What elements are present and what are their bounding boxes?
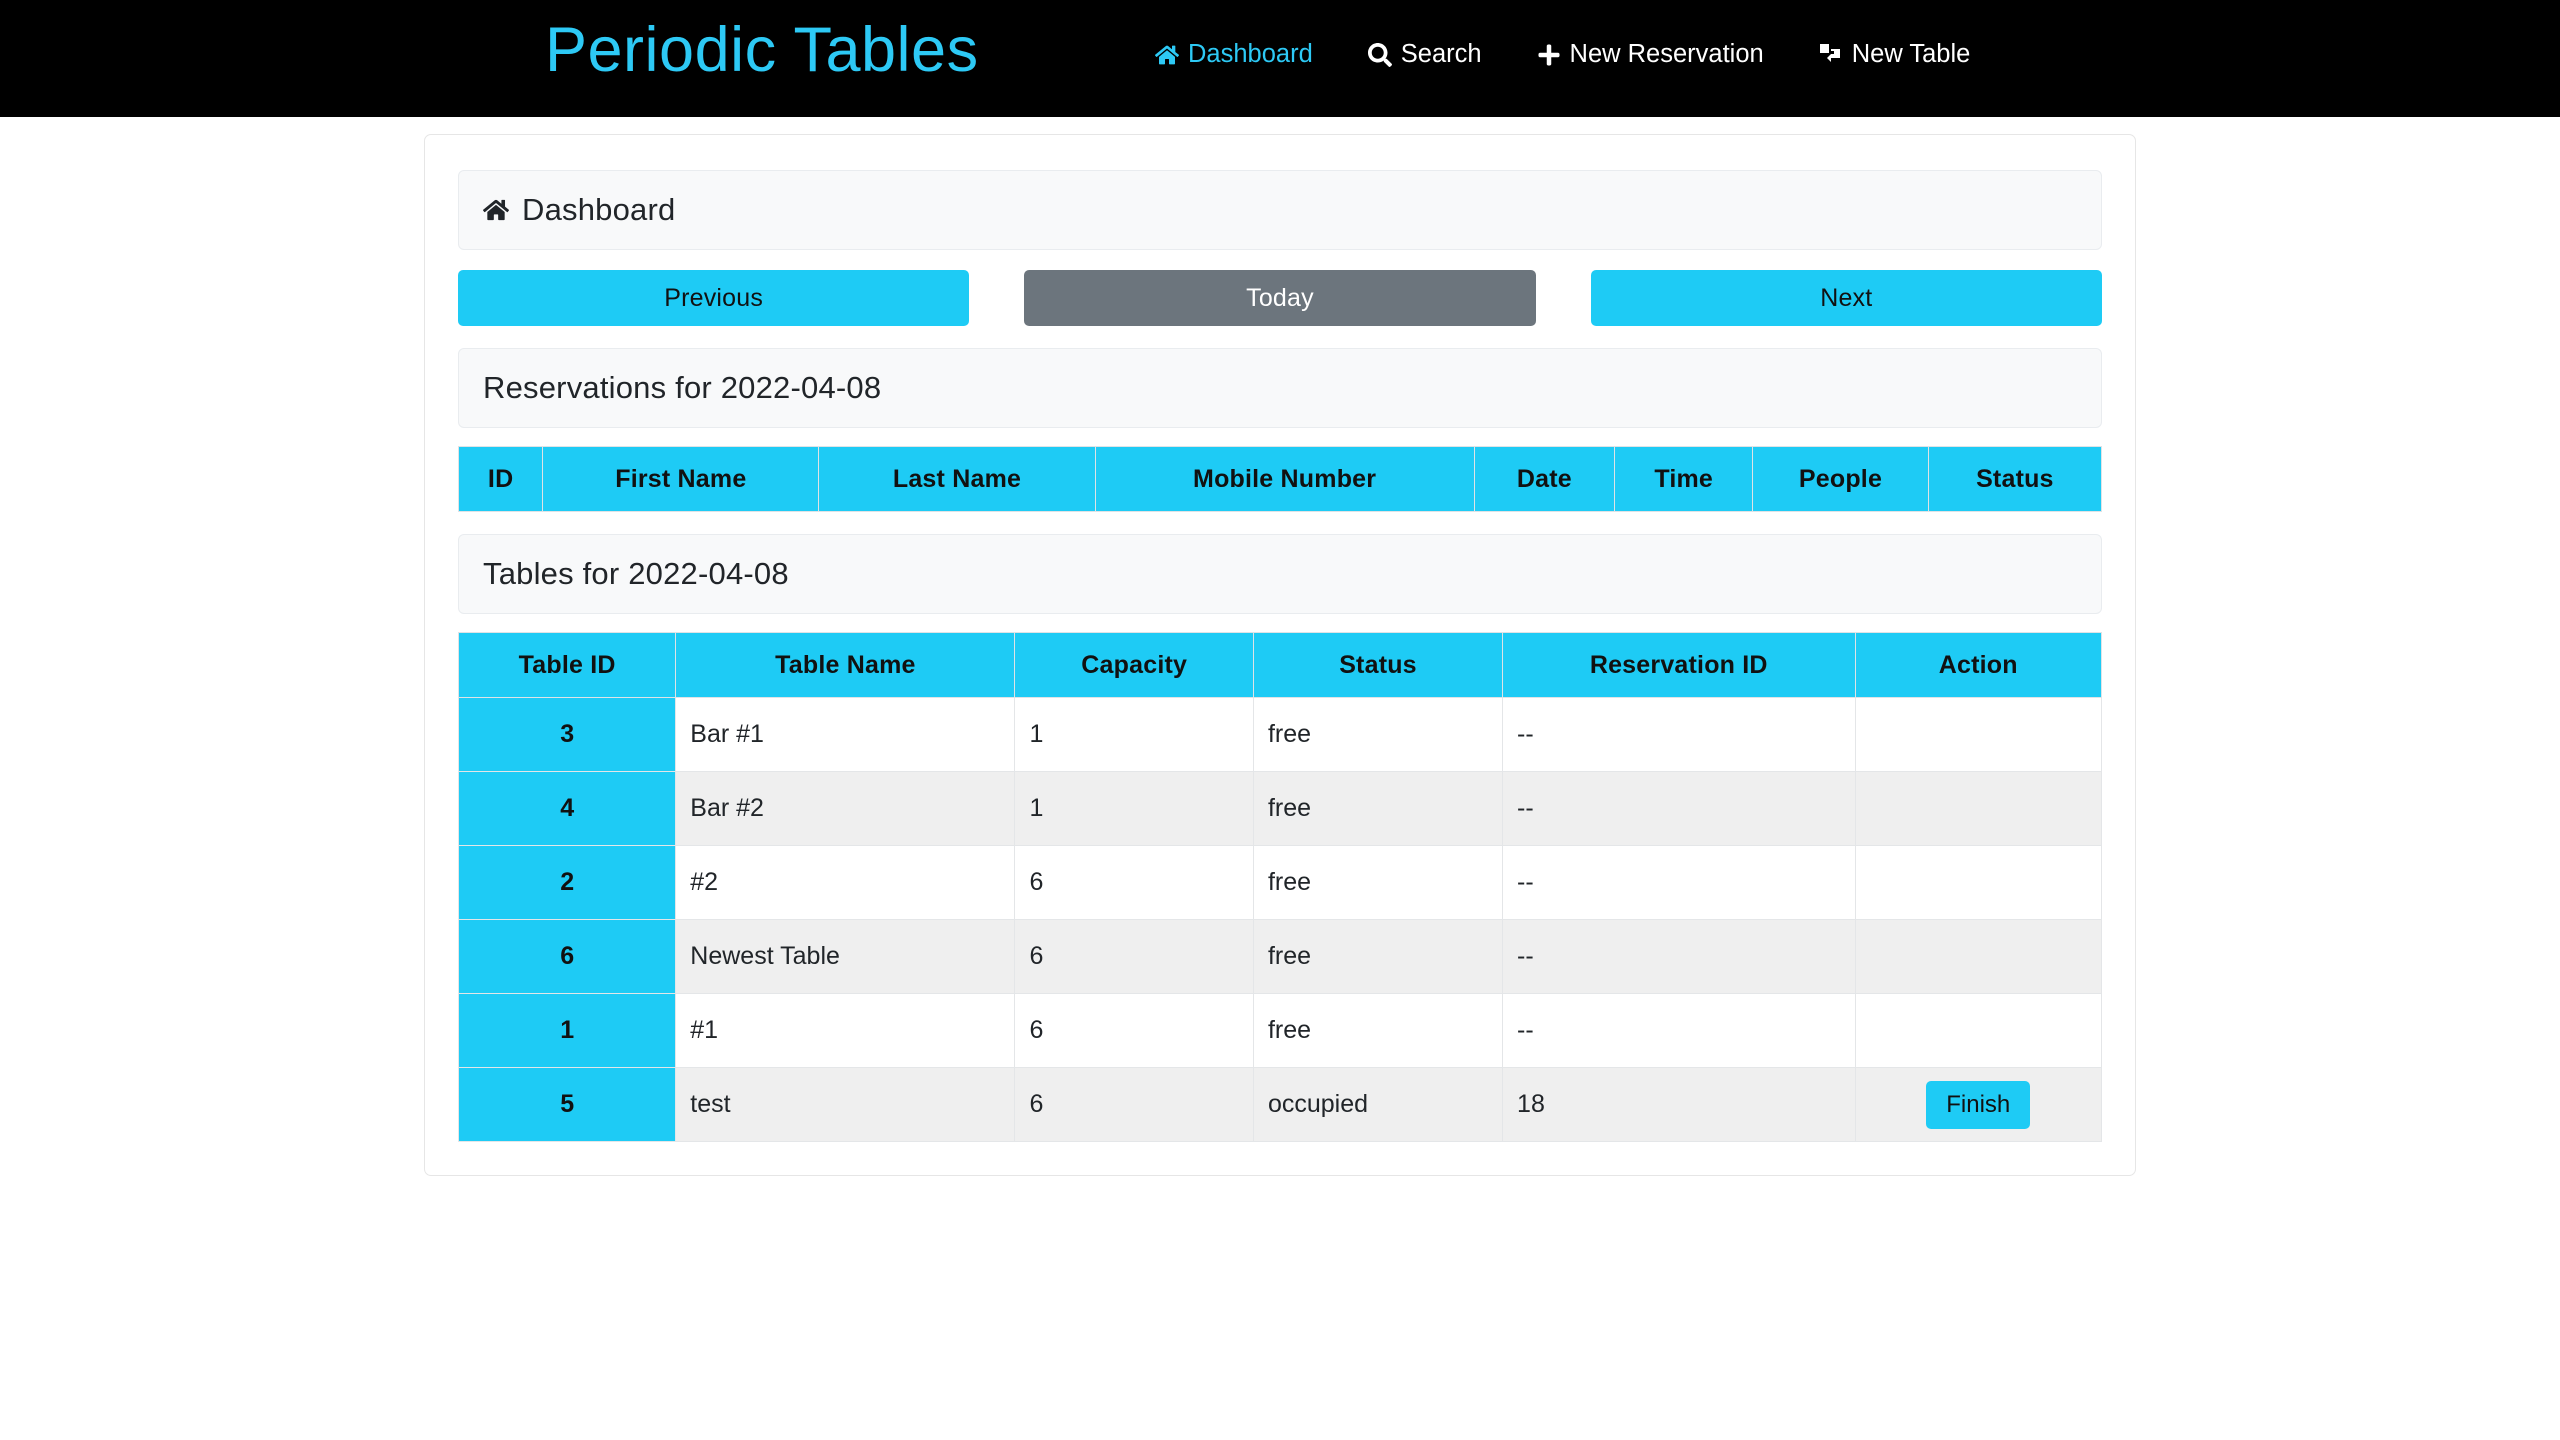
cell-reservation-id: -- <box>1502 993 1856 1068</box>
cell-action <box>1854 993 2102 1068</box>
cell-table-name: #2 <box>675 845 1016 920</box>
cell-table-id: 2 <box>457 845 677 920</box>
reservations-col-status: Status <box>1927 446 2103 512</box>
next-day-button[interactable]: Next <box>1590 270 2102 326</box>
cell-table-id: 6 <box>457 919 677 994</box>
finish-table-button[interactable]: Finish <box>1926 1080 2031 1129</box>
cell-reservation-id: -- <box>1502 771 1856 846</box>
nav-link-dashboard-label: Dashboard <box>1188 40 1313 68</box>
home-icon <box>1155 43 1179 67</box>
cell-table-id: 4 <box>457 771 677 846</box>
nav-link-new-reservation-label: New Reservation <box>1569 40 1764 68</box>
cell-table-name: Bar #2 <box>675 771 1016 846</box>
today-button[interactable]: Today <box>1024 270 1536 326</box>
reservations-col-last-name: Last Name <box>818 446 1096 512</box>
tables-table-body: 3 Bar #1 1 free -- 4 Bar #2 1 free -- 2 #2 6 free -- 6 N… <box>457 697 2102 1142</box>
tables-col-reservation-id: Reservation ID <box>1502 632 1856 698</box>
cell-capacity: 1 <box>1014 771 1254 846</box>
reservations-col-people: People <box>1752 446 1929 512</box>
reservations-table: ID First Name Last Name Mobile Number Da… <box>457 446 2103 512</box>
app-brand-title[interactable]: Periodic Tables <box>545 14 979 86</box>
cell-capacity: 6 <box>1014 993 1254 1068</box>
plus-icon <box>1537 43 1561 67</box>
cell-capacity: 6 <box>1014 845 1254 920</box>
cell-action <box>1854 697 2102 772</box>
tables-col-table-name: Table Name <box>675 632 1016 698</box>
page-title-label: Dashboard <box>522 192 676 227</box>
cell-action <box>1854 919 2102 994</box>
cell-capacity: 6 <box>1014 919 1254 994</box>
new-table-icon <box>1819 43 1843 67</box>
cell-reservation-id: 18 <box>1502 1067 1856 1142</box>
cell-table-name: test <box>675 1067 1016 1142</box>
cell-reservation-id: -- <box>1502 697 1856 772</box>
reservations-table-header-row: ID First Name Last Name Mobile Number Da… <box>457 446 2103 512</box>
nav-link-new-reservation[interactable]: New Reservation <box>1537 40 1764 69</box>
cell-table-name: #1 <box>675 993 1016 1068</box>
reservations-col-first-name: First Name <box>542 446 820 512</box>
nav-link-new-table-label: New Table <box>1851 40 1971 68</box>
table-row: 2 #2 6 free -- <box>457 845 2102 920</box>
dashboard-card: Dashboard Previous Today Next Reservatio… <box>424 134 2136 1176</box>
table-row: 4 Bar #2 1 free -- <box>457 771 2102 846</box>
tables-table: Table ID Table Name Capacity Status Rese… <box>457 632 2102 1142</box>
cell-status: free <box>1252 993 1504 1068</box>
table-row: 1 #1 6 free -- <box>457 993 2102 1068</box>
date-navigation-buttons: Previous Today Next <box>458 270 2102 326</box>
reservations-col-id: ID <box>457 446 544 512</box>
nav-link-search-label: Search <box>1400 40 1482 68</box>
primary-navigation: Dashboard Search New Reservation New Tab… <box>1155 40 1970 69</box>
tables-table-header-row: Table ID Table Name Capacity Status Rese… <box>457 632 2102 698</box>
tables-col-table-id: Table ID <box>457 632 677 698</box>
reservations-col-mobile-number: Mobile Number <box>1094 446 1475 512</box>
cell-capacity: 6 <box>1014 1067 1254 1142</box>
cell-status: free <box>1252 919 1504 994</box>
cell-action <box>1854 845 2102 920</box>
table-row: 5 test 6 occupied 18 Finish <box>457 1067 2102 1142</box>
top-navbar: Periodic Tables Dashboard Search New Res… <box>0 0 2560 117</box>
dashboard-page-title: Dashboard <box>458 170 2102 250</box>
cell-status: free <box>1252 771 1504 846</box>
search-icon <box>1367 42 1392 67</box>
cell-reservation-id: -- <box>1502 919 1856 994</box>
reservations-section-title: Reservations for 2022-04-08 <box>458 348 2102 428</box>
cell-action: Finish <box>1854 1067 2102 1142</box>
nav-link-new-table[interactable]: New Table <box>1819 40 1971 69</box>
tables-section-title: Tables for 2022-04-08 <box>458 534 2102 614</box>
tables-title-label: Tables for 2022-04-08 <box>483 556 789 591</box>
nav-link-dashboard[interactable]: Dashboard <box>1155 40 1313 69</box>
cell-action <box>1854 771 2102 846</box>
cell-status: free <box>1252 697 1504 772</box>
cell-status: free <box>1252 845 1504 920</box>
cell-table-name: Bar #1 <box>675 697 1016 772</box>
home-icon <box>483 197 509 223</box>
cell-table-name: Newest Table <box>675 919 1016 994</box>
reservations-title-label: Reservations for 2022-04-08 <box>483 370 882 405</box>
cell-table-id: 1 <box>457 993 677 1068</box>
reservations-col-time: Time <box>1614 446 1754 512</box>
cell-capacity: 1 <box>1014 697 1254 772</box>
tables-col-action: Action <box>1854 632 2102 698</box>
tables-col-status: Status <box>1252 632 1504 698</box>
cell-reservation-id: -- <box>1502 845 1856 920</box>
cell-status: occupied <box>1252 1067 1504 1142</box>
reservations-col-date: Date <box>1473 446 1616 512</box>
cell-table-id: 5 <box>457 1067 677 1142</box>
table-row: 3 Bar #1 1 free -- <box>457 697 2102 772</box>
tables-col-capacity: Capacity <box>1014 632 1254 698</box>
nav-link-search[interactable]: Search <box>1367 40 1482 69</box>
table-row: 6 Newest Table 6 free -- <box>457 919 2102 994</box>
page-body: Dashboard Previous Today Next Reservatio… <box>0 117 2560 1176</box>
cell-table-id: 3 <box>457 697 677 772</box>
previous-day-button[interactable]: Previous <box>458 270 970 326</box>
